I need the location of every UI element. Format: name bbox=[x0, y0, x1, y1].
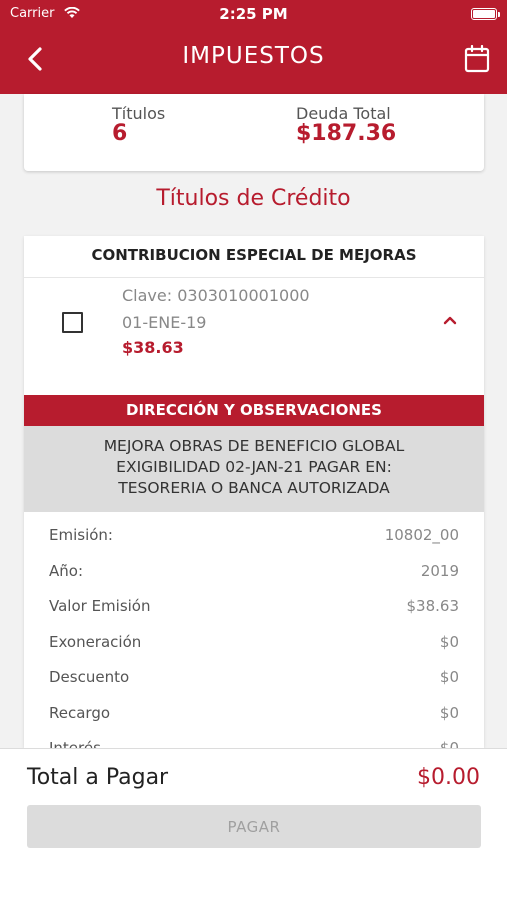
detail-value: $0 bbox=[439, 668, 459, 686]
observacion-line: EXIGIBILIDAD 02-JAN-21 PAGAR EN: bbox=[116, 458, 392, 476]
clock-time: 2:25 PM bbox=[219, 5, 288, 23]
detail-value: $38.63 bbox=[406, 597, 460, 615]
item-amount: $38.63 bbox=[122, 338, 184, 357]
credit-item[interactable]: Clave: 0303010001000 01-ENE-19 $38.63 bbox=[24, 278, 484, 395]
detail-value: $0 bbox=[439, 703, 459, 722]
summary-card: Títulos 6 Deuda Total $187.36 bbox=[24, 94, 484, 171]
titulos-summary: Títulos 6 bbox=[112, 104, 165, 145]
detail-value: 10802_00 bbox=[384, 526, 459, 544]
card-heading: CONTRIBUCION ESPECIAL DE MEJORAS bbox=[24, 236, 484, 278]
detail-value: 2019 bbox=[420, 561, 459, 580]
pay-button[interactable]: PAGAR bbox=[27, 805, 481, 848]
detail-row-valor-emision: Valor Emisión $38.63 bbox=[49, 589, 459, 625]
detail-label: Exoneración bbox=[49, 632, 142, 651]
total-value: $0.00 bbox=[417, 765, 480, 790]
credit-title-card: CONTRIBUCION ESPECIAL DE MEJORAS Clave: … bbox=[24, 236, 484, 748]
direccion-heading: DIRECCIÓN Y OBSERVACIONES bbox=[24, 395, 484, 426]
detail-row-emision: Emisión: 10802_00 bbox=[49, 518, 459, 554]
status-bar: Carrier 2:25 PM bbox=[0, 5, 507, 23]
detail-row-exoneracion: Exoneración $0 bbox=[49, 625, 459, 661]
titulos-value: 6 bbox=[112, 121, 128, 146]
deuda-value: $187.36 bbox=[296, 121, 397, 146]
total-label: Total a Pagar bbox=[27, 765, 169, 790]
payment-footer: Total a Pagar $0.00 PAGAR bbox=[0, 748, 507, 900]
item-clave: Clave: 0303010001000 bbox=[122, 286, 310, 305]
calendar-icon[interactable] bbox=[464, 45, 490, 73]
observaciones-text: MEJORA OBRAS DE BENEFICIO GLOBAL EXIGIBI… bbox=[24, 426, 484, 512]
detail-value: $0 bbox=[439, 632, 459, 651]
detail-label: Interés bbox=[49, 739, 101, 748]
detail-list: Emisión: 10802_00 Año: 2019 Valor Emisió… bbox=[24, 518, 484, 748]
detail-label: Emisión: bbox=[49, 526, 113, 544]
item-checkbox[interactable] bbox=[62, 312, 83, 333]
item-details: Clave: 0303010001000 01-ENE-19 $38.63 bbox=[122, 282, 310, 360]
detail-label: Recargo bbox=[49, 703, 111, 722]
detail-label: Valor Emisión bbox=[49, 597, 151, 615]
detail-value: $0 bbox=[439, 739, 459, 748]
detail-label: Año: bbox=[49, 561, 83, 580]
detail-row-descuento: Descuento $0 bbox=[49, 660, 459, 696]
chevron-up-icon[interactable] bbox=[442, 314, 458, 326]
observacion-line: TESORERIA O BANCA AUTORIZADA bbox=[118, 479, 390, 497]
page-title: IMPUESTOS bbox=[182, 43, 325, 69]
battery-icon bbox=[471, 8, 500, 20]
detail-label: Descuento bbox=[49, 668, 130, 686]
deuda-summary: Deuda Total $187.36 bbox=[296, 104, 396, 145]
observacion-line: MEJORA OBRAS DE BENEFICIO GLOBAL bbox=[103, 437, 405, 455]
app-header: Carrier 2:25 PM IMPUESTOS bbox=[0, 0, 507, 94]
detail-row-interes: Interés $0 bbox=[49, 731, 459, 748]
section-title: Títulos de Crédito bbox=[156, 186, 351, 211]
detail-row-recargo: Recargo $0 bbox=[49, 696, 459, 732]
item-date: 01-ENE-19 bbox=[122, 313, 207, 332]
detail-row-anio: Año: 2019 bbox=[49, 554, 459, 590]
